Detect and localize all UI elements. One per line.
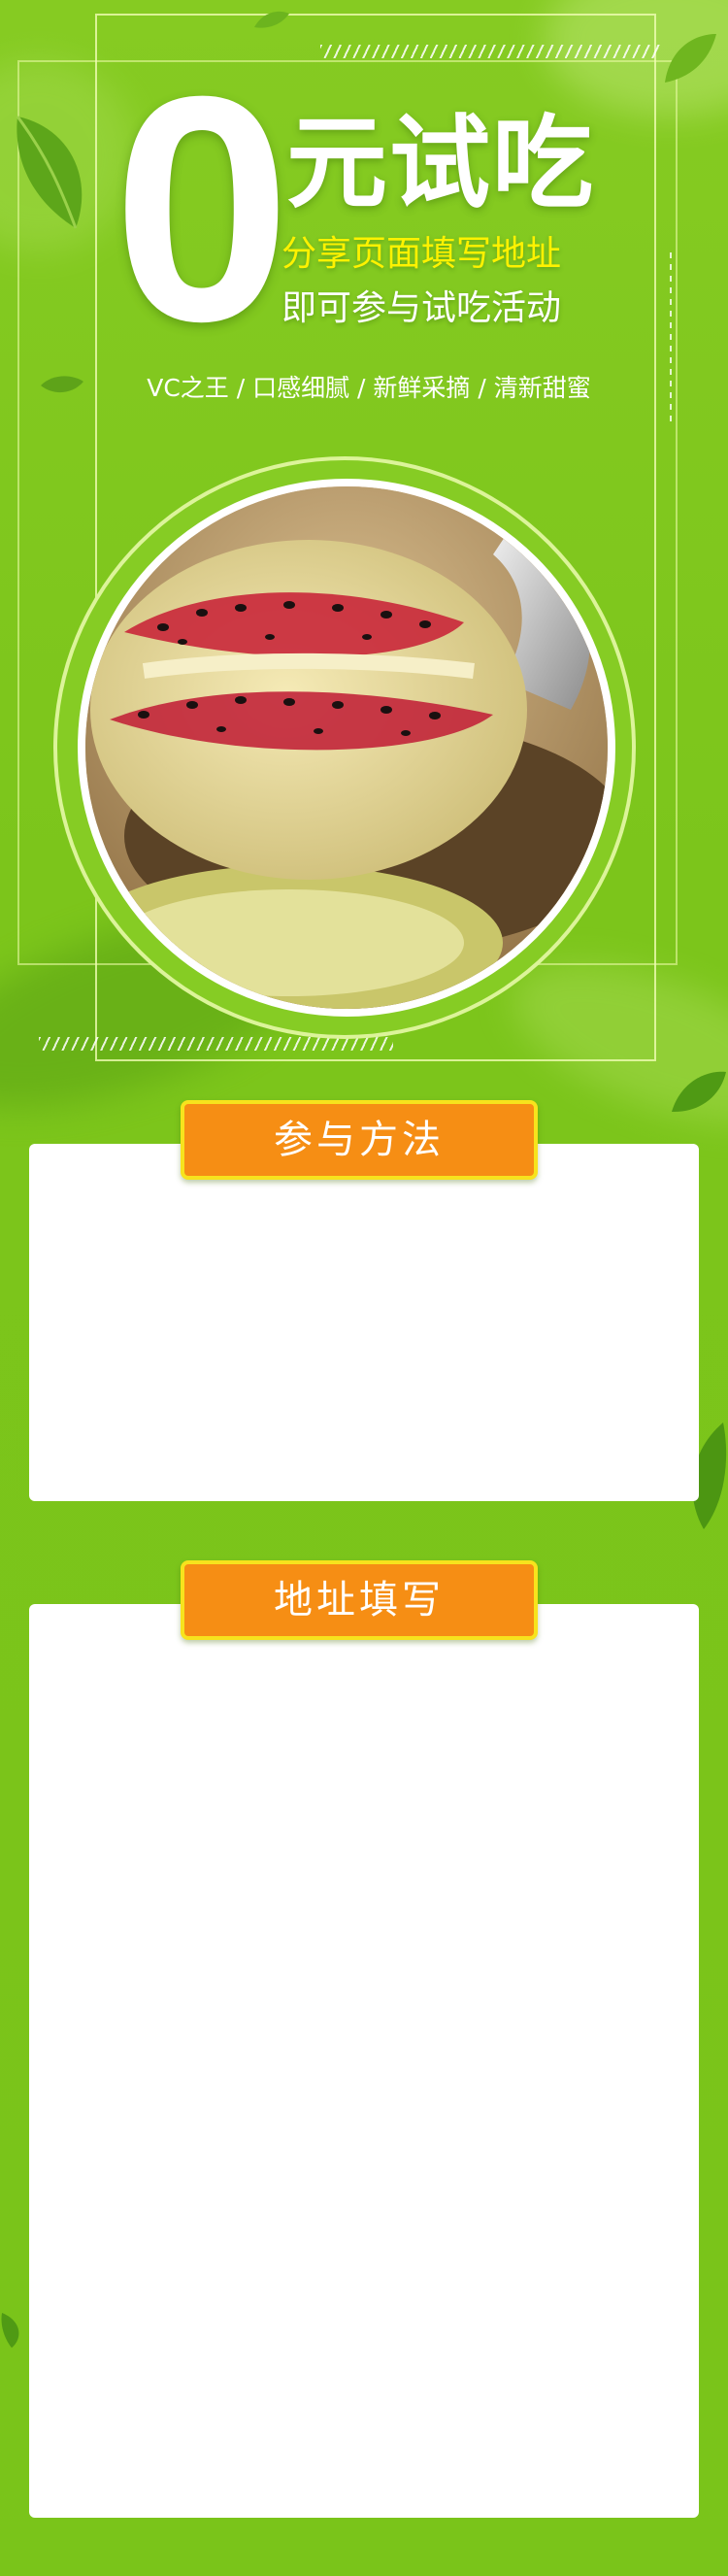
leaf-icon [672, 1071, 726, 1113]
kiwi-photo [78, 479, 615, 1017]
leaf-icon [254, 11, 289, 28]
leaf-icon [1, 2313, 19, 2348]
hero-subtitle-join: 即可参与试吃活动 [281, 288, 562, 328]
decorative-hatch-top [320, 45, 660, 58]
hero-subtitle-share: 分享页面填写地址 [281, 234, 562, 274]
hero-big-number: 0 [113, 29, 291, 387]
hero-feature-tags: VC之王 / 口感细腻 / 新鲜采摘 / 清新甜蜜 [147, 374, 591, 402]
decorative-dashed-line [670, 252, 672, 427]
leaf-icon [665, 34, 716, 83]
leaf-icon [16, 116, 83, 229]
address-form-title: 地址填写 [181, 1560, 538, 1640]
address-form-card [29, 1604, 699, 2518]
participation-method-card [29, 1144, 699, 1501]
leaf-icon [41, 376, 83, 393]
participation-method-title: 参与方法 [181, 1100, 538, 1180]
decorative-hatch-bottom [39, 1037, 393, 1051]
hero-title: 元试吃 [286, 104, 596, 222]
kiwi-fruit-illustration [85, 486, 608, 1009]
promo-page: 0 元试吃 分享页面填写地址 即可参与试吃活动 VC之王 / 口感细腻 / 新鲜… [0, 0, 728, 2576]
